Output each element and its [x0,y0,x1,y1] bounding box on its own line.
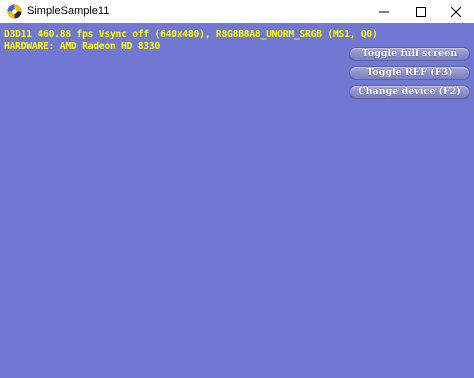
toggle-ref-button[interactable]: Toggle REF (F3) [349,66,470,80]
render-viewport[interactable]: D3D11 460.88 fps Vsync off (640x480), R8… [0,23,474,378]
change-device-button[interactable]: Change device (F2) [349,85,470,99]
toggle-full-screen-button[interactable]: Toggle full screen [349,47,470,61]
maximize-button[interactable] [403,0,439,23]
hardware-text: HARDWARE: AMD Radeon HD 8330 [4,41,161,52]
app-window: SimpleSample11 D3D11 460.88 fps Vsync of… [0,0,474,378]
window-title: SimpleSample11 [27,5,110,17]
close-button[interactable] [438,0,474,23]
close-icon [451,6,461,17]
minimize-button[interactable] [366,0,402,23]
directx-app-icon[interactable] [7,4,22,19]
minimize-icon [379,7,389,17]
title-bar[interactable]: SimpleSample11 [0,0,474,23]
frame-stats-text: D3D11 460.88 fps Vsync off (640x480), R8… [4,29,378,40]
maximize-icon [416,6,426,17]
